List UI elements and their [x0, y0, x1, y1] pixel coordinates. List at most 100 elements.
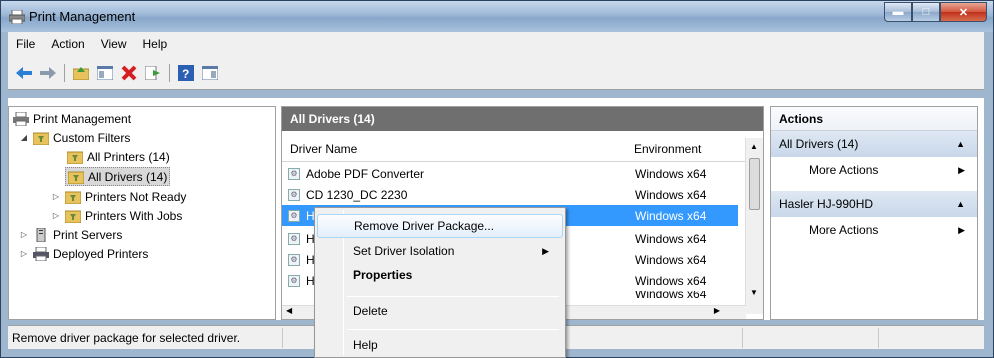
actions-header: Actions [771, 107, 977, 131]
close-icon: ✕ [958, 6, 969, 19]
title-bar[interactable]: Print Management ▬ □ ✕ [1, 1, 993, 32]
menu-bar: File Action View Help [8, 32, 984, 56]
column-driver-name[interactable]: Driver Name [290, 142, 357, 156]
tree-label: All Drivers (14) [88, 169, 168, 184]
submenu-arrow-icon: ▶ [542, 245, 549, 256]
menu-label: Set Driver Isolation [353, 244, 455, 258]
scroll-down-icon[interactable]: ▼ [750, 288, 758, 297]
menu-view[interactable]: View [93, 37, 135, 51]
help-button[interactable]: ? [176, 63, 196, 83]
filter-folder-icon [33, 132, 49, 145]
submenu-arrow-icon: ▶ [958, 164, 965, 175]
filter-folder-icon [67, 151, 83, 164]
driver-icon: ⚙ [288, 188, 300, 201]
tree-label: Custom Filters [53, 130, 131, 145]
submenu-arrow-icon: ▶ [958, 224, 965, 235]
export-list-button[interactable] [143, 63, 163, 83]
driver-name-cell: Adobe PDF Converter [306, 166, 425, 181]
actions-section-hasler[interactable]: Hasler HJ-990HD ▲ [771, 191, 977, 217]
menu-item-help[interactable]: Help [317, 333, 563, 357]
context-menu: Remove Driver Package... Set Driver Isol… [314, 207, 566, 358]
back-arrow-icon [16, 66, 32, 79]
tree-item-custom-filters[interactable]: ◢ Custom Filters [19, 128, 130, 147]
menu-label: Properties [353, 268, 413, 282]
action-label: More Actions [809, 163, 879, 177]
collapse-up-icon[interactable]: ▲ [956, 139, 965, 149]
tree-item-all-drivers[interactable]: All Drivers (14) [65, 167, 171, 186]
table-row[interactable]: ⚙ Adobe PDF Converter Windows x64 [282, 163, 738, 184]
svg-text:?: ? [182, 67, 189, 81]
driver-name-cell: CD 1230_DC 2230 [306, 187, 408, 202]
scroll-thumb[interactable] [749, 158, 760, 210]
menu-separator [347, 329, 559, 330]
menu-item-delete[interactable]: Delete [317, 299, 563, 323]
tree-label: Deployed Printers [53, 246, 149, 261]
action-pane-icon [202, 65, 218, 80]
driver-icon: ⚙ [288, 274, 300, 287]
driver-icon: ⚙ [288, 209, 300, 222]
environment-cell: Windows x64 [635, 231, 707, 246]
collapse-up-icon[interactable]: ▲ [956, 199, 965, 209]
scroll-right-icon[interactable]: ▶ [714, 306, 720, 315]
menu-label: Delete [353, 304, 388, 318]
section-label: Hasler HJ-990HD [779, 197, 874, 211]
actions-section-all-drivers[interactable]: All Drivers (14) ▲ [771, 131, 977, 157]
tree-item-all-printers[interactable]: All Printers (14) [67, 147, 170, 166]
menu-label: Remove Driver Package... [354, 219, 495, 233]
menu-action[interactable]: Action [43, 37, 92, 51]
tree-label: Print Servers [53, 227, 123, 242]
print-management-icon [9, 10, 25, 24]
expand-icon[interactable]: ▷ [19, 249, 29, 258]
tree-item-printers-not-ready[interactable]: ▷ Printers Not Ready [51, 187, 186, 206]
vertical-scrollbar[interactable]: ▲ ▼ [745, 138, 763, 314]
show-hide-console-tree-button[interactable] [95, 63, 115, 83]
console-tree: Print Management ◢ Custom Filters All Pr… [8, 106, 276, 320]
filter-folder-icon [65, 191, 81, 204]
scroll-left-icon[interactable]: ◀ [286, 306, 292, 315]
expand-icon[interactable]: ▷ [51, 211, 61, 220]
maximize-button[interactable]: □ [912, 2, 940, 22]
collapse-icon[interactable]: ◢ [19, 133, 29, 142]
actions-pane: Actions All Drivers (14) ▲ More Actions … [770, 106, 978, 320]
column-environment[interactable]: Environment [634, 142, 701, 156]
more-actions-all-drivers[interactable]: More Actions ▶ [771, 157, 977, 183]
environment-cell: Windows x64 [635, 187, 707, 202]
tree-item-printers-with-jobs[interactable]: ▷ Printers With Jobs [51, 206, 182, 225]
tree-item-print-management[interactable]: Print Management [13, 109, 131, 128]
up-folder-button[interactable] [71, 63, 91, 83]
status-divider [742, 328, 743, 348]
toolbar-separator [64, 63, 65, 82]
delete-button[interactable] [119, 63, 139, 83]
minimize-icon: ▬ [892, 6, 904, 18]
tree-label: All Printers (14) [87, 149, 170, 164]
menu-item-properties[interactable]: Properties [317, 263, 563, 287]
window-title: Print Management [29, 9, 136, 24]
tree-label: Print Management [33, 111, 132, 126]
forward-button[interactable] [38, 63, 58, 83]
menu-file[interactable]: File [8, 37, 43, 51]
more-actions-hasler[interactable]: More Actions ▶ [771, 217, 977, 243]
minimize-button[interactable]: ▬ [884, 2, 912, 22]
menu-help[interactable]: Help [135, 37, 176, 51]
back-button[interactable] [14, 63, 34, 83]
expand-icon[interactable]: ▷ [51, 192, 61, 201]
tree-item-deployed-printers[interactable]: ▷ Deployed Printers [19, 244, 148, 263]
table-row[interactable]: ⚙ CD 1230_DC 2230 Windows x64 [282, 184, 738, 205]
show-hide-action-pane-button[interactable] [200, 63, 220, 83]
column-header-row: Driver Name Environment [282, 138, 763, 162]
environment-cell: Windows x64 [635, 291, 707, 301]
close-button[interactable]: ✕ [940, 2, 987, 22]
tree-item-print-servers[interactable]: ▷ Print Servers [19, 225, 122, 244]
up-folder-icon [73, 66, 89, 80]
printer-icon [33, 246, 49, 261]
menu-item-set-driver-isolation[interactable]: Set Driver Isolation ▶ [317, 239, 563, 263]
environment-cell: Windows x64 [635, 208, 707, 223]
scroll-up-icon[interactable]: ▲ [750, 142, 758, 151]
forward-arrow-icon [40, 66, 56, 79]
expand-icon[interactable]: ▷ [19, 230, 29, 239]
environment-cell: Windows x64 [635, 166, 707, 181]
help-icon: ? [178, 64, 194, 81]
maximize-icon: □ [922, 6, 930, 18]
driver-icon: ⚙ [288, 253, 300, 266]
menu-item-remove-driver-package[interactable]: Remove Driver Package... [317, 214, 563, 238]
